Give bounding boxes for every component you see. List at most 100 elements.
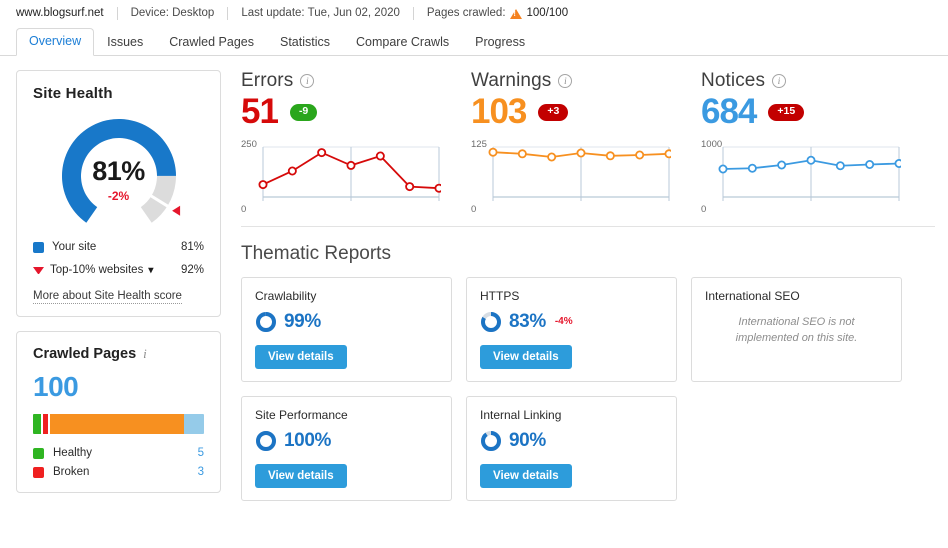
thematic-card-score-row: 100% xyxy=(255,430,438,452)
errors-axis-max: 250 xyxy=(241,138,257,150)
kpi-notices: Notices i 684 +15 1000 0 xyxy=(701,70,941,215)
healthy-swatch-icon xyxy=(33,447,44,459)
crawled-pages-bar-segment-have-issues[interactable] xyxy=(50,414,184,434)
thematic-card-empty-message: International SEO is not implemented on … xyxy=(735,315,858,344)
legend-item-broken[interactable]: Broken 3 xyxy=(33,466,204,478)
kpi-row: Errors i 51 -9 250 0 Warnings i 103 +3 1… xyxy=(235,70,941,215)
thematic-card-score-row: 99% xyxy=(255,311,438,333)
kpi-warnings-value: 103 xyxy=(471,92,527,131)
tab-compare-crawls[interactable]: Compare Crawls xyxy=(343,29,462,56)
device-info: Device: Desktop xyxy=(130,7,215,19)
crawled-pages-bar-segment-healthy[interactable] xyxy=(33,414,42,434)
site-health-value: 81% xyxy=(92,156,145,186)
broken-label: Broken xyxy=(53,466,90,478)
thematic-card-percent: 100% xyxy=(284,429,331,451)
page-body: Site Health 81% -2% Your site 81% Top-10… xyxy=(0,56,948,501)
legend-your-site: Your site 81% xyxy=(33,241,204,253)
tab-crawled-pages[interactable]: Crawled Pages xyxy=(156,29,267,56)
notices-axis-min: 0 xyxy=(701,203,707,215)
tab-statistics[interactable]: Statistics xyxy=(267,29,343,56)
thematic-card-score-row: 83% -4% xyxy=(480,311,663,333)
warnings-sparkline: 125 0 xyxy=(471,139,701,215)
info-icon[interactable]: i xyxy=(300,74,315,88)
thematic-card-https: HTTPS 83% -4% View details xyxy=(466,276,677,382)
tab-bar: Overview Issues Crawled Pages Statistics… xyxy=(0,26,948,56)
progress-donut-icon xyxy=(481,430,501,451)
section-divider xyxy=(241,225,935,227)
kpi-notices-value-row: 684 +15 xyxy=(701,92,941,131)
tab-issues[interactable]: Issues xyxy=(94,29,156,56)
meta-bar: www.blogsurf.net Device: Desktop Last up… xyxy=(0,0,948,26)
thematic-card-percent: 83% xyxy=(509,310,546,332)
benchmark-label-text: Top-10% websites xyxy=(50,264,144,276)
left-column: Site Health 81% -2% Your site 81% Top-10… xyxy=(16,70,221,501)
progress-donut-icon xyxy=(481,311,501,332)
site-domain: www.blogsurf.net xyxy=(16,7,104,19)
chevron-down-icon[interactable]: ▾ xyxy=(148,265,153,276)
meta-divider-1 xyxy=(116,6,118,20)
thematic-card-title: Crawlability xyxy=(255,288,317,303)
thematic-card-title: Internal Linking xyxy=(480,407,562,422)
warnings-chart-svg xyxy=(488,146,674,201)
your-site-swatch-icon xyxy=(33,241,44,253)
crawled-pages-title: Crawled Pages i xyxy=(33,346,204,362)
kpi-notices-value: 684 xyxy=(701,92,757,131)
thematic-card-internal-linking: Internal Linking 90% View details xyxy=(466,395,677,501)
errors-chart-svg xyxy=(258,146,444,201)
info-icon[interactable]: i xyxy=(558,74,573,88)
notices-axis-max: 1000 xyxy=(701,138,723,150)
kpi-warnings-badge: +3 xyxy=(538,104,569,121)
legend-item-healthy[interactable]: Healthy 5 xyxy=(33,447,204,459)
thematic-card-title: International SEO xyxy=(705,288,800,303)
thematic-cards-grid: Crawlability 99% View details HTTPS 83% -4% Vi… xyxy=(241,276,941,501)
kpi-notices-badge: +15 xyxy=(768,104,805,121)
view-details-button[interactable]: View details xyxy=(255,344,347,369)
pages-crawled-info: Pages crawled: 100/100 xyxy=(427,7,568,19)
notices-chart-svg xyxy=(718,146,904,201)
kpi-errors-value-row: 51 -9 xyxy=(241,92,471,131)
kpi-errors-label: Errors xyxy=(241,70,294,91)
thematic-card-crawlability: Crawlability 99% View details xyxy=(241,276,452,382)
meta-divider-2 xyxy=(227,6,229,20)
healthy-value: 5 xyxy=(197,447,204,459)
last-update-info: Last update: Tue, Jun 02, 2020 xyxy=(241,7,400,19)
crawled-pages-bar-segment-redirects[interactable] xyxy=(183,414,204,434)
info-icon[interactable]: i xyxy=(772,74,787,88)
view-details-button[interactable]: View details xyxy=(255,463,347,488)
kpi-errors-value: 51 xyxy=(241,92,279,131)
thematic-card-title: Site Performance xyxy=(255,407,348,422)
kpi-warnings-head: Warnings i xyxy=(471,70,701,92)
view-details-button[interactable]: View details xyxy=(480,344,572,369)
kpi-errors-badge: -9 xyxy=(289,104,318,121)
crawled-pages-legend: Healthy 5 Broken 3 xyxy=(33,447,204,478)
crawled-pages-bar xyxy=(33,414,204,434)
crawled-pages-title-text: Crawled Pages xyxy=(33,346,137,362)
right-column: Errors i 51 -9 250 0 Warnings i 103 +3 1… xyxy=(235,70,941,501)
kpi-errors-head: Errors i xyxy=(241,70,471,92)
legend-benchmark[interactable]: Top-10% websites ▾ 92% xyxy=(33,264,204,276)
meta-divider-3 xyxy=(412,6,414,20)
site-health-title: Site Health xyxy=(33,85,113,102)
view-details-button[interactable]: View details xyxy=(480,463,572,488)
kpi-warnings-value-row: 103 +3 xyxy=(471,92,701,131)
info-icon[interactable]: i xyxy=(143,346,147,362)
thematic-reports-section: Thematic Reports Crawlability 99% View det… xyxy=(235,225,941,501)
thematic-card-percent: 90% xyxy=(509,429,546,451)
tab-progress[interactable]: Progress xyxy=(462,29,538,56)
progress-donut-icon xyxy=(256,430,276,451)
thematic-card-delta: -4% xyxy=(554,316,573,328)
thematic-card-title: HTTPS xyxy=(480,288,520,303)
your-site-value: 81% xyxy=(180,241,204,253)
pages-crawled-value: 100/100 xyxy=(526,7,569,19)
broken-swatch-icon xyxy=(33,466,44,478)
kpi-warnings: Warnings i 103 +3 125 0 xyxy=(471,70,701,215)
site-health-gauge: 81% -2% xyxy=(33,112,204,230)
thematic-card-site-performance: Site Performance 100% View details xyxy=(241,395,452,501)
more-about-site-health-link[interactable]: More about Site Health score xyxy=(33,290,182,304)
thematic-card-score-row: 90% xyxy=(480,430,663,452)
errors-axis-min: 0 xyxy=(241,203,247,215)
crawled-pages-total: 100 xyxy=(33,371,79,402)
tab-overview[interactable]: Overview xyxy=(16,28,95,56)
progress-donut-icon xyxy=(256,311,276,332)
crawled-pages-bar-segment-broken[interactable] xyxy=(43,414,49,434)
